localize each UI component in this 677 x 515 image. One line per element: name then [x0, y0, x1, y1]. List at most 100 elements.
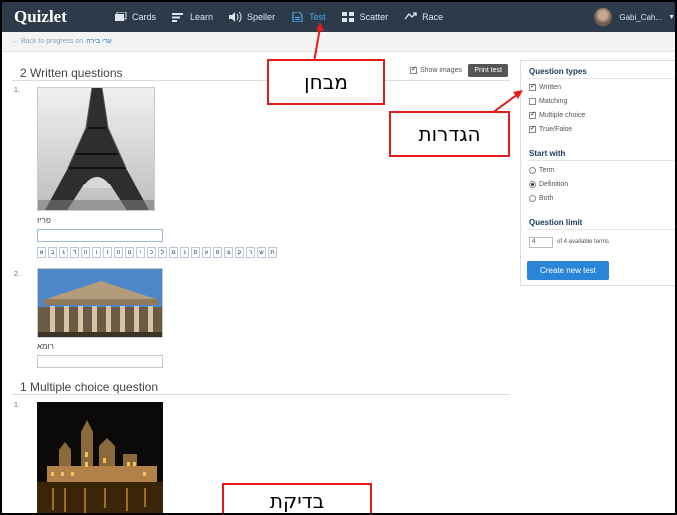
question-types-heading: Question types: [529, 67, 587, 76]
pantheon-image: [38, 269, 162, 337]
keyboard-key[interactable]: נ: [180, 247, 189, 258]
keyboard-key[interactable]: ט: [125, 247, 134, 258]
show-images-toggle[interactable]: Show images: [409, 65, 462, 74]
nav-speller[interactable]: Speller: [229, 2, 275, 32]
test-options-sidebar: Question types Written Matching Multiple…: [520, 60, 675, 286]
print-test-button[interactable]: Print test: [468, 64, 508, 77]
option-label: Matching: [539, 98, 568, 105]
keyboard-key[interactable]: י: [136, 247, 145, 258]
true-false-checkbox[interactable]: [529, 124, 536, 133]
top-nav: Quizlet Cards Learn Speller Test Scatter…: [2, 2, 675, 32]
option-definition[interactable]: Definition: [529, 181, 568, 188]
breadcrumb-prefix[interactable]: ← Back to progress on: [12, 38, 83, 45]
both-radio[interactable]: [529, 195, 536, 202]
question-limit-input[interactable]: 4: [529, 237, 553, 248]
option-true-false[interactable]: True/False: [529, 124, 573, 133]
option-label: Both: [539, 195, 554, 202]
show-images-checkbox[interactable]: [409, 65, 417, 74]
nav-test-label: Test: [309, 12, 326, 22]
screenshot-frame: Quizlet Cards Learn Speller Test Scatter…: [0, 0, 677, 515]
night-city-image: [37, 402, 163, 513]
nav-scatter-label: Scatter: [359, 12, 389, 22]
keyboard-key[interactable]: ח: [114, 247, 123, 258]
keyboard-key[interactable]: ז: [103, 247, 112, 258]
nav-learn[interactable]: Learn: [172, 2, 213, 32]
keyboard-key[interactable]: ס: [191, 247, 200, 258]
question-2-answer-input[interactable]: [37, 355, 163, 368]
option-written[interactable]: Written: [529, 82, 562, 91]
multiple-choice-checkbox[interactable]: [529, 110, 536, 119]
cards-icon: [115, 12, 127, 21]
option-label: Term: [539, 167, 555, 174]
keyboard-key[interactable]: צ: [224, 247, 233, 258]
question-1-term: פריז: [37, 216, 51, 225]
avatar[interactable]: [594, 8, 613, 26]
document-icon: [292, 12, 303, 22]
question-limit-heading: Question limit: [529, 218, 583, 227]
definition-radio[interactable]: [529, 181, 536, 188]
nav-race[interactable]: Race: [404, 2, 443, 32]
breadcrumb: ← Back to progress on ערי בירה: [2, 32, 675, 52]
keyboard-key[interactable]: ל: [158, 247, 167, 258]
nav-cards[interactable]: Cards: [114, 2, 156, 32]
option-matching[interactable]: Matching: [529, 98, 567, 105]
nav-scatter[interactable]: Scatter: [341, 2, 389, 32]
nav-speller-label: Speller: [247, 12, 276, 22]
keyboard-key[interactable]: ת: [268, 247, 277, 258]
keyboard-key[interactable]: ר: [246, 247, 255, 258]
question-1-answer-input[interactable]: [37, 229, 163, 242]
night-city-photo: [37, 402, 163, 513]
keyboard-key[interactable]: ג: [59, 247, 68, 258]
username[interactable]: Gabi_Cah...: [619, 13, 662, 22]
option-label: Multiple choice: [539, 112, 586, 119]
keyboard-key[interactable]: מ: [169, 247, 178, 258]
chevron-down-icon[interactable]: ▼: [668, 14, 675, 21]
keyboard-key[interactable]: פ: [213, 247, 222, 258]
option-label: True/False: [539, 126, 573, 133]
settings-callout: הגדרות: [389, 111, 510, 157]
race-icon: [404, 12, 417, 20]
keyboard-key[interactable]: א: [37, 247, 46, 258]
show-images-label: Show images: [419, 67, 462, 74]
nav-test[interactable]: Test: [291, 2, 326, 32]
question-number: 1.: [14, 402, 20, 409]
scatter-icon: [341, 12, 354, 22]
keyboard-key[interactable]: ע: [202, 247, 211, 258]
question-number: 2.: [14, 271, 20, 278]
term-radio[interactable]: [529, 167, 536, 174]
nav-cards-label: Cards: [132, 12, 157, 22]
option-label: Definition: [539, 181, 569, 188]
test-callout: מבחן: [267, 59, 385, 105]
section-divider: [12, 394, 510, 395]
keyboard-key[interactable]: כ: [147, 247, 156, 258]
nav-learn-label: Learn: [190, 12, 214, 22]
keyboard-key[interactable]: ק: [235, 247, 244, 258]
check-callout: בדיקת: [222, 483, 372, 513]
quizlet-logo[interactable]: Quizlet: [14, 7, 114, 27]
eiffel-tower-photo: [37, 87, 155, 211]
option-label: Written: [539, 84, 562, 91]
option-multiple-choice[interactable]: Multiple choice: [529, 110, 586, 119]
keyboard-key[interactable]: ב: [48, 247, 57, 258]
question-2-term: רומא: [37, 342, 54, 351]
learn-icon: [172, 13, 184, 22]
option-both[interactable]: Both: [529, 195, 553, 202]
keyboard-key[interactable]: ו: [92, 247, 101, 258]
hebrew-keyboard: אבגדהוזחטיכלמנסעפצקרשת: [37, 247, 279, 258]
breadcrumb-link[interactable]: ערי בירה: [86, 38, 112, 45]
matching-checkbox[interactable]: [529, 98, 536, 105]
question-number: 1.: [14, 87, 20, 94]
written-checkbox[interactable]: [529, 82, 536, 91]
mc-section-title: 1 Multiple choice question: [20, 380, 159, 394]
nav-race-label: Race: [422, 12, 444, 22]
eiffel-tower-image: [38, 88, 154, 210]
pantheon-photo: [37, 268, 163, 338]
create-new-test-button[interactable]: Create new test: [527, 261, 609, 280]
option-term[interactable]: Term: [529, 167, 555, 174]
written-section-title: 2 Written questions: [20, 66, 123, 80]
keyboard-key[interactable]: ה: [81, 247, 90, 258]
keyboard-key[interactable]: ד: [70, 247, 79, 258]
speaker-icon: [229, 12, 242, 22]
keyboard-key[interactable]: ש: [257, 247, 266, 258]
question-limit-suffix: of 4 available terms: [557, 239, 610, 245]
